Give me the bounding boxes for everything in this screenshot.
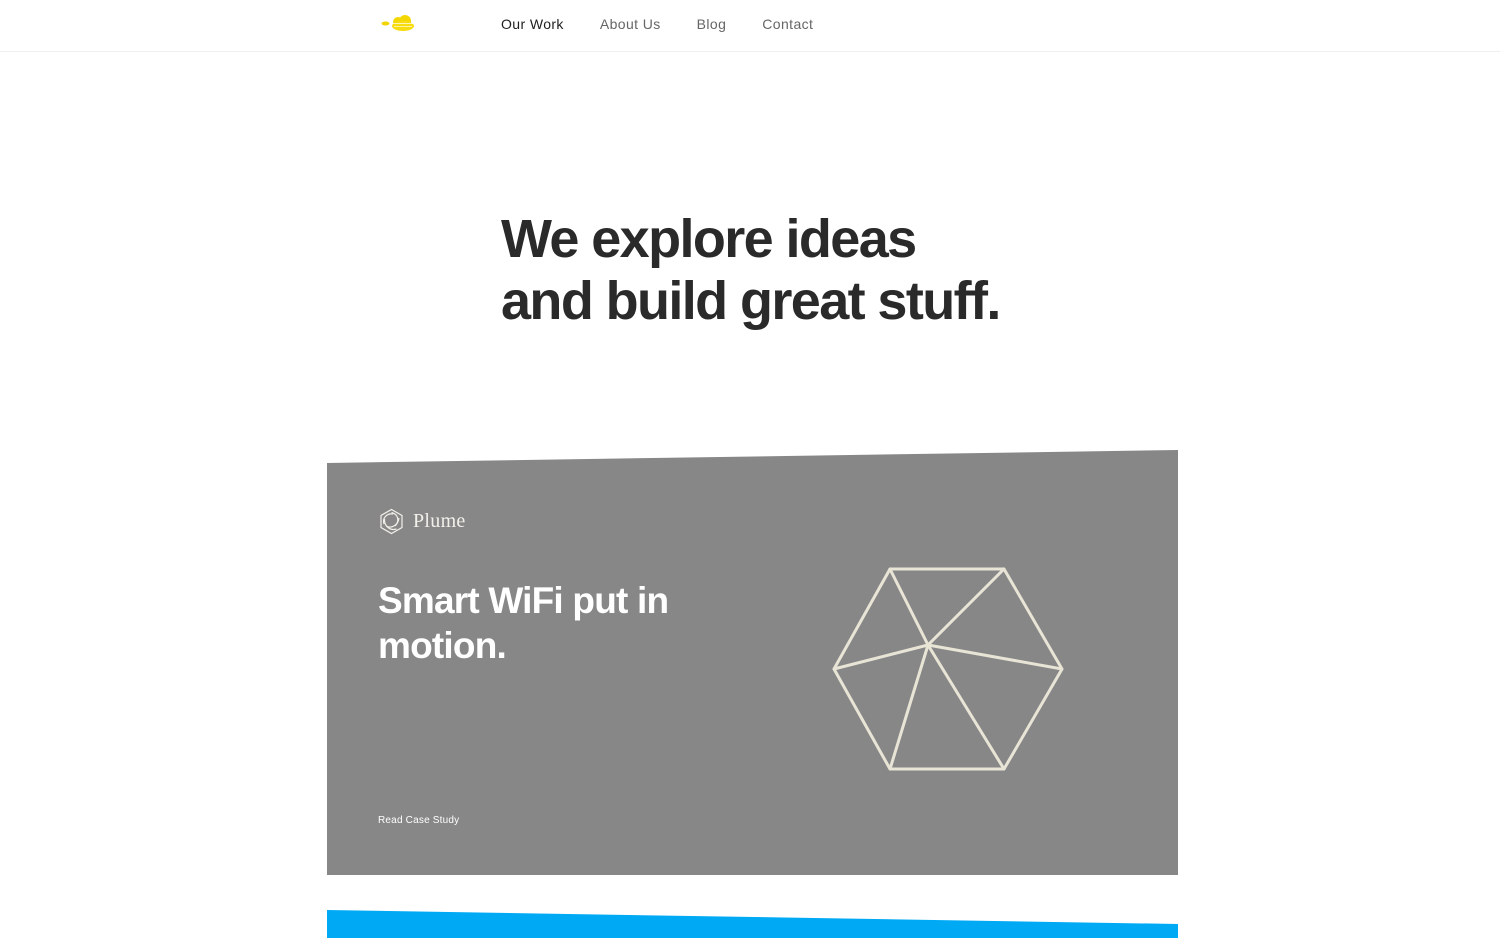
case-study-title: Smart WiFi put in motion. bbox=[378, 580, 669, 666]
hero-headline-line-2: and build great stuff. bbox=[501, 271, 1001, 331]
read-case-study-link[interactable]: Read Case Study bbox=[378, 815, 459, 826]
hero-headline: We explore ideas and build great stuff. bbox=[501, 208, 1201, 332]
main-nav: Our Work About Us Blog Contact bbox=[501, 16, 849, 33]
plume-logo-icon bbox=[380, 508, 403, 534]
hero-section: We explore ideas and build great stuff. bbox=[501, 208, 1201, 332]
nav-contact[interactable]: Contact bbox=[762, 16, 813, 33]
hero-headline-line-1: We explore ideas bbox=[501, 209, 917, 269]
plume-brand: Plume bbox=[378, 507, 466, 535]
nav-about-us[interactable]: About Us bbox=[600, 16, 661, 33]
plume-brand-name: Plume bbox=[413, 509, 466, 532]
top-navigation-bar: Our Work About Us Blog Contact bbox=[0, 0, 1500, 52]
next-case-study-card[interactable] bbox=[327, 905, 1178, 938]
plume-hexagon-illustration bbox=[832, 567, 1064, 771]
logo-cloud-icon bbox=[381, 15, 414, 31]
company-logo[interactable] bbox=[380, 14, 416, 34]
nav-blog[interactable]: Blog bbox=[697, 16, 727, 33]
nav-our-work[interactable]: Our Work bbox=[501, 16, 564, 33]
